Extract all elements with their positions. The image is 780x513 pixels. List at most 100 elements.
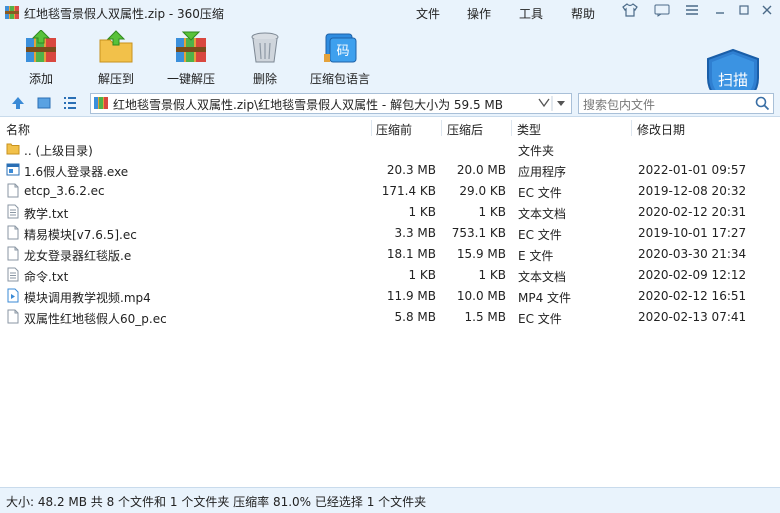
- trash-icon: [251, 32, 279, 63]
- zip-file-icon: [94, 97, 108, 109]
- toolbar: 添加 解压到 一键解压 删除 码 压缩包语言 扫描: [0, 24, 780, 110]
- column-divider[interactable]: [441, 120, 442, 136]
- window-title: 红地毯雪景假人双属性.zip - 360压缩: [24, 7, 224, 21]
- file-before: 3.3 MB: [394, 226, 436, 240]
- file-name: 精易模块[v7.6.5].ec: [24, 228, 137, 242]
- folder-icon: [6, 141, 20, 156]
- extract-to-button[interactable]: 解压到: [83, 30, 149, 88]
- language-code-icon: 码: [324, 33, 357, 63]
- file-after: 1 KB: [478, 205, 506, 219]
- file-row[interactable]: 龙女登录器红毯版.e 18.1 MB 15.9 MB E 文件 2020-03-30 2…: [0, 243, 780, 264]
- path-dropdown[interactable]: [535, 94, 571, 113]
- minimize-icon[interactable]: [710, 3, 730, 21]
- file-name: 模块调用教学视频.mp4: [24, 291, 151, 305]
- file-before: 1 KB: [408, 268, 436, 282]
- extract-to-label: 解压到: [97, 72, 134, 86]
- folder-extract-icon: [99, 30, 133, 63]
- text-file-icon: [6, 267, 20, 282]
- column-divider[interactable]: [631, 120, 632, 136]
- file-row[interactable]: 1.6假人登录器.exe 20.3 MB 20.0 MB 应用程序 2022-01-01…: [0, 159, 780, 180]
- file-after: 20.0 MB: [456, 163, 506, 177]
- file-icon: [6, 309, 20, 324]
- file-icon: [6, 246, 20, 261]
- file-type: EC 文件: [518, 312, 562, 326]
- one-click-extract-button[interactable]: 一键解压: [158, 30, 224, 88]
- status-text: 大小: 48.2 MB 共 8 个文件和 1 个文件夹 压缩率 81.0% 已经…: [6, 495, 427, 509]
- file-after: 10.0 MB: [456, 289, 506, 303]
- file-name: 双属性红地毯假人60_p.ec: [24, 312, 167, 326]
- file-row[interactable]: 双属性红地毯假人60_p.ec 5.8 MB 1.5 MB EC 文件 2020-02-…: [0, 306, 780, 327]
- file-after: 1 KB: [478, 268, 506, 282]
- up-arrow-icon[interactable]: [10, 95, 26, 111]
- delete-button[interactable]: 删除: [232, 30, 298, 88]
- file-before: 11.9 MB: [386, 289, 436, 303]
- file-name: 龙女登录器红毯版.e: [24, 249, 132, 263]
- col-name[interactable]: 名称: [6, 121, 30, 138]
- file-type: 文本文档: [518, 207, 567, 221]
- file-row[interactable]: 教学.txt 1 KB 1 KB 文本文档 2020-02-12 20:31: [0, 201, 780, 222]
- file-row[interactable]: 命令.txt 1 KB 1 KB 文本文档 2020-02-09 12:12: [0, 264, 780, 285]
- file-name: 命令.txt: [24, 270, 69, 284]
- file-modified: 2019-10-01 17:27: [638, 226, 747, 240]
- file-icon: [6, 225, 20, 240]
- file-modified: 2020-02-12 16:51: [638, 289, 747, 303]
- column-header: 名称 压缩前 压缩后 类型 修改日期: [0, 118, 780, 138]
- column-divider[interactable]: [511, 120, 512, 136]
- col-size-after[interactable]: 压缩后: [447, 121, 483, 138]
- chevron-down-icon: [538, 96, 565, 111]
- col-type[interactable]: 类型: [517, 121, 541, 138]
- maximize-icon[interactable]: [734, 3, 754, 21]
- search-icon[interactable]: [755, 96, 770, 111]
- file-after: 29.0 KB: [459, 184, 506, 198]
- file-modified: 2020-02-12 20:31: [638, 205, 747, 219]
- search-placeholder: 搜索包内文件: [583, 98, 656, 112]
- column-divider[interactable]: [371, 120, 372, 136]
- address-bar[interactable]: 红地毯雪景假人双属性.zip\红地毯雪景假人双属性 - 解包大小为 59.5 M…: [90, 93, 572, 114]
- file-row[interactable]: 精易模块[v7.6.5].ec 3.3 MB 753.1 KB EC 文件 2019-1…: [0, 222, 780, 243]
- skin-icon[interactable]: [620, 3, 640, 21]
- file-type: 文本文档: [518, 270, 567, 284]
- video-file-icon: [6, 288, 20, 303]
- file-icon: [6, 183, 20, 198]
- file-name: .. (上级目录): [24, 144, 93, 158]
- file-row[interactable]: 模块调用教学视频.mp4 11.9 MB 10.0 MB MP4 文件 2020-02-…: [0, 285, 780, 306]
- file-modified: 2022-01-01 09:57: [638, 163, 747, 177]
- file-modified: 2020-03-30 21:34: [638, 247, 747, 261]
- menu-tools[interactable]: 工具: [519, 5, 543, 22]
- menu-file[interactable]: 文件: [416, 5, 440, 22]
- file-row[interactable]: etcp_3.6.2.ec 171.4 KB 29.0 KB EC 文件 2019-12…: [0, 180, 780, 201]
- menu-operate[interactable]: 操作: [467, 5, 491, 22]
- large-icon-view-icon[interactable]: [36, 95, 52, 111]
- file-before: 5.8 MB: [394, 310, 436, 324]
- file-after: 753.1 KB: [451, 226, 506, 240]
- archive-language-label: 压缩包语言: [309, 72, 370, 86]
- list-view-icon[interactable]: [62, 95, 78, 111]
- add-button[interactable]: 添加: [8, 30, 74, 88]
- title-bar: 红地毯雪景假人双属性.zip - 360压缩 文件 操作 工具 帮助: [0, 0, 780, 24]
- file-type: EC 文件: [518, 186, 562, 200]
- archive-language-button[interactable]: 码 压缩包语言: [307, 30, 373, 88]
- svg-text:码: 码: [336, 44, 349, 59]
- file-after: 1.5 MB: [464, 310, 506, 324]
- file-name: 教学.txt: [24, 207, 69, 221]
- search-box[interactable]: 搜索包内文件: [578, 93, 774, 114]
- close-icon[interactable]: [757, 3, 777, 21]
- path-bar: 红地毯雪景假人双属性.zip\红地毯雪景假人双属性 - 解包大小为 59.5 M…: [0, 90, 780, 117]
- file-name: 1.6假人登录器.exe: [24, 165, 129, 179]
- file-before: 1 KB: [408, 205, 436, 219]
- file-modified: 2020-02-13 07:41: [638, 310, 747, 324]
- file-before: 171.4 KB: [381, 184, 436, 198]
- col-modified[interactable]: 修改日期: [637, 121, 685, 138]
- status-bar: 大小: 48.2 MB 共 8 个文件和 1 个文件夹 压缩率 81.0% 已经…: [0, 487, 780, 513]
- file-type: 文件夹: [518, 144, 555, 158]
- file-modified: 2019-12-08 20:32: [638, 184, 747, 198]
- file-type: 应用程序: [518, 165, 567, 179]
- file-type: EC 文件: [518, 228, 562, 242]
- file-row[interactable]: .. (上级目录) 文件夹: [0, 138, 780, 159]
- menu-help[interactable]: 帮助: [571, 5, 595, 22]
- feedback-icon[interactable]: [652, 3, 672, 21]
- app-zip-icon: [5, 6, 19, 19]
- file-before: 18.1 MB: [386, 247, 436, 261]
- col-size-before[interactable]: 压缩前: [376, 121, 412, 138]
- menu-icon[interactable]: [682, 3, 702, 21]
